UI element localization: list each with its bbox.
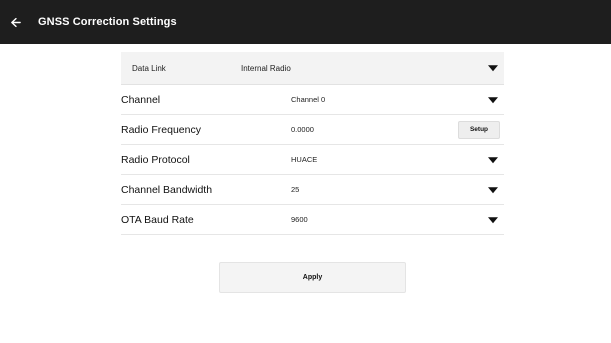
channel-row[interactable]: Channel Channel 0 — [121, 85, 504, 115]
radio-protocol-dropdown-icon[interactable] — [488, 156, 498, 163]
radio-frequency-label: Radio Frequency — [121, 123, 201, 136]
channel-dropdown-icon[interactable] — [488, 96, 498, 103]
radio-frequency-row: Radio Frequency 0.0000 Setup — [121, 115, 504, 145]
channel-bandwidth-label: Channel Bandwidth — [121, 183, 213, 196]
ota-baud-rate-dropdown-icon[interactable] — [488, 216, 498, 223]
ota-baud-rate-row[interactable]: OTA Baud Rate 9600 — [121, 205, 504, 235]
ota-baud-rate-value: 9600 — [291, 215, 308, 224]
page-title: GNSS Correction Settings — [38, 16, 177, 28]
apply-button[interactable]: Apply — [219, 262, 406, 293]
data-link-dropdown-icon[interactable] — [488, 65, 498, 72]
settings-panel: Data Link Internal Radio Channel Channel… — [121, 52, 504, 235]
setup-button[interactable]: Setup — [458, 120, 500, 139]
arrow-left-icon — [10, 17, 21, 27]
channel-label: Channel — [121, 93, 161, 106]
radio-protocol-label: Radio Protocol — [121, 153, 190, 166]
app-bar: GNSS Correction Settings — [0, 0, 611, 44]
radio-frequency-value[interactable]: 0.0000 — [291, 125, 314, 134]
radio-protocol-value: HUACE — [291, 155, 318, 164]
data-link-value: Internal Radio — [241, 63, 291, 73]
back-button[interactable] — [0, 0, 30, 44]
data-link-row[interactable]: Data Link Internal Radio — [121, 52, 504, 85]
channel-bandwidth-value: 25 — [291, 185, 300, 194]
data-link-label: Data Link — [132, 63, 166, 73]
radio-protocol-row[interactable]: Radio Protocol HUACE — [121, 145, 504, 175]
channel-bandwidth-row[interactable]: Channel Bandwidth 25 — [121, 175, 504, 205]
channel-bandwidth-dropdown-icon[interactable] — [488, 186, 498, 193]
channel-value: Channel 0 — [291, 95, 326, 104]
ota-baud-rate-label: OTA Baud Rate — [121, 213, 194, 226]
